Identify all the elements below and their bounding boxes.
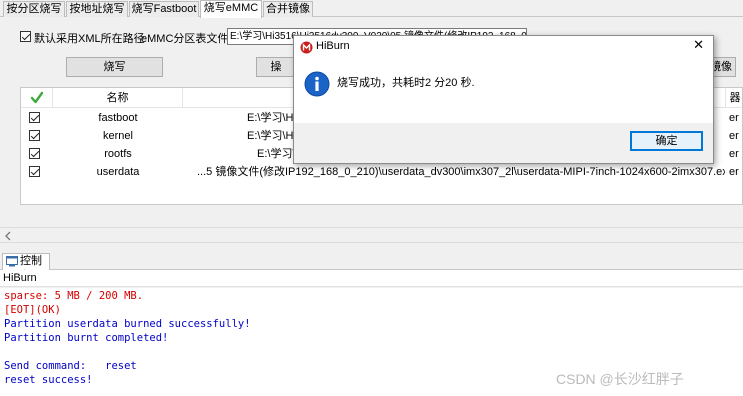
- name-column-header: 名称: [53, 88, 183, 108]
- tab-merge-image[interactable]: 合并镜像: [263, 1, 313, 17]
- success-dialog: HiBurn ✕ 烧写成功，共耗时2 分20 秒. 确定: [293, 35, 714, 164]
- hiburn-logo-icon: [300, 41, 313, 54]
- row-name: fastboot: [98, 112, 138, 124]
- dialog-title-bar: HiBurn ✕: [294, 36, 713, 58]
- console-line: Partition burnt completed!: [4, 332, 169, 344]
- console-line: reset success!: [4, 374, 93, 386]
- select-all-column[interactable]: [21, 88, 53, 108]
- row-name: kernel: [103, 130, 133, 142]
- dialog-body: 烧写成功，共耗时2 分20 秒.: [294, 58, 713, 123]
- arrow-left-icon[interactable]: [3, 231, 13, 241]
- row-tail: er: [729, 166, 739, 178]
- operation-button[interactable]: 操: [256, 57, 296, 77]
- tab-address-burn[interactable]: 按地址烧写: [66, 1, 128, 17]
- row-name: rootfs: [104, 148, 132, 160]
- row-checkbox[interactable]: [29, 112, 40, 123]
- tab-partition-burn[interactable]: 按分区烧写: [3, 1, 65, 17]
- burn-button[interactable]: 烧写: [66, 57, 163, 77]
- dialog-title: HiBurn: [316, 40, 350, 52]
- info-icon: [304, 71, 330, 97]
- tab-console[interactable]: 控制台: [2, 253, 50, 282]
- row-checkbox[interactable]: [29, 166, 40, 177]
- hiburn-window: 按分区烧写 按地址烧写 烧写Fastboot 烧写eMMC 合并镜像 默认采用X…: [0, 0, 743, 396]
- row-tail: er: [729, 112, 739, 124]
- tab-emmc-burn[interactable]: 烧写eMMC: [200, 0, 262, 18]
- row-checkbox[interactable]: [29, 130, 40, 141]
- tab-fastboot-burn[interactable]: 烧写Fastboot: [129, 1, 199, 17]
- dialog-footer: 确定: [294, 123, 713, 163]
- row-tail: er: [729, 130, 739, 142]
- console-line: [EOT](OK): [4, 304, 61, 316]
- table-row[interactable]: userdata ...5 镜像文件(修改IP192_168_0_210)\us…: [21, 163, 742, 181]
- ok-button[interactable]: 确定: [630, 131, 703, 151]
- row-path: ...5 镜像文件(修改IP192_168_0_210)\userdata_dv…: [197, 166, 725, 178]
- close-icon[interactable]: ✕: [693, 38, 704, 53]
- default-xml-path-label: 默认采用XML所在路径: [34, 33, 145, 45]
- console-line: Partition userdata burned successfully!: [4, 318, 251, 330]
- console-line: sparse: 5 MB / 200 MB.: [4, 290, 144, 302]
- row-checkbox[interactable]: [29, 148, 40, 159]
- console-icon: [6, 256, 18, 267]
- console-line: Send command: reset: [4, 360, 137, 372]
- splitter-bar[interactable]: [0, 227, 743, 243]
- row-name: userdata: [96, 166, 140, 178]
- console-title: HiBurn: [0, 270, 743, 287]
- watermark: CSDN @长沙红胖子: [556, 371, 684, 387]
- tab-bar: 按分区烧写 按地址烧写 烧写Fastboot 烧写eMMC 合并镜像: [0, 0, 743, 18]
- console-tab-bar: 控制台: [0, 251, 743, 282]
- default-xml-path-checkbox[interactable]: [20, 31, 31, 42]
- row-tail: er: [729, 148, 739, 160]
- emmc-table-label: eMMC分区表文件: [141, 33, 229, 45]
- last-column-header: 器: [729, 92, 741, 104]
- dialog-message: 烧写成功，共耗时2 分20 秒.: [337, 77, 475, 89]
- check-mark-icon: [30, 91, 43, 104]
